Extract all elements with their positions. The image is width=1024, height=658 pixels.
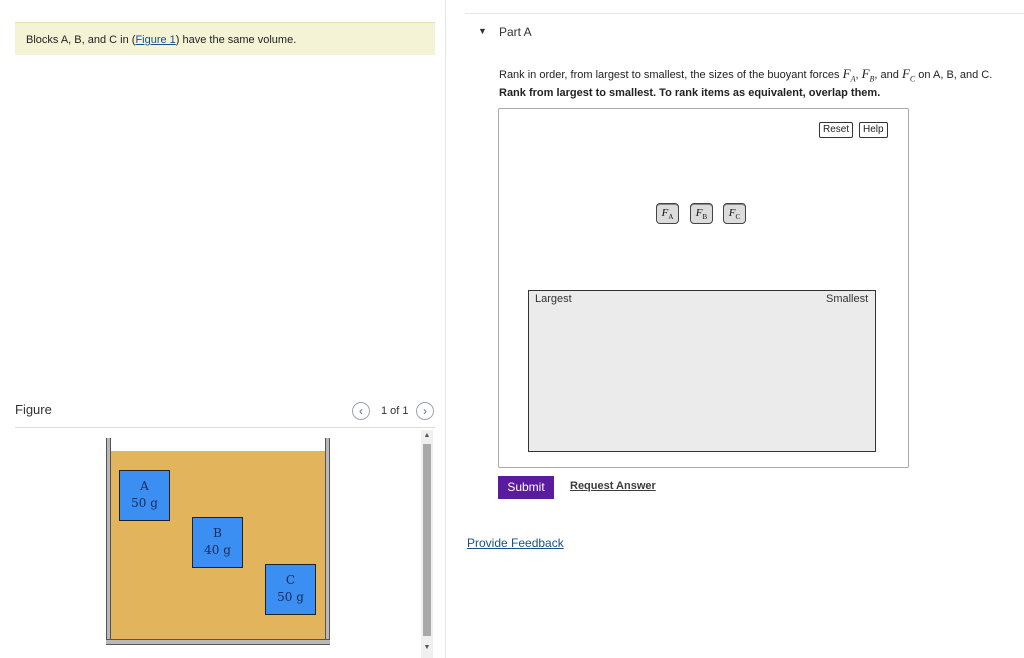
collapse-triangle-icon[interactable]: ▼ — [478, 26, 487, 36]
largest-label: Largest — [535, 293, 572, 305]
block-b-mass: 40 g — [204, 543, 231, 557]
figure-link[interactable]: Figure 1 — [135, 34, 175, 46]
part-header-divider — [465, 13, 1024, 14]
force-c-symbol: FC — [901, 66, 916, 84]
block-a: A 50 g — [119, 470, 170, 521]
force-a-symbol: FA — [842, 66, 856, 84]
tile-force-c[interactable]: FC — [723, 203, 746, 224]
ranking-instruction: Rank from largest to smallest. To rank i… — [499, 87, 881, 99]
smallest-label: Smallest — [826, 293, 869, 305]
problem-statement: Blocks A, B, and C in (Figure 1) have th… — [15, 22, 435, 55]
scrollbar-thumb[interactable] — [423, 444, 431, 636]
ranking-drop-zone[interactable] — [528, 290, 876, 452]
scroll-up-icon[interactable]: ▲ — [421, 430, 433, 442]
figure-divider — [15, 427, 435, 428]
reset-button[interactable]: Reset — [819, 122, 854, 138]
part-title[interactable]: Part A — [499, 25, 532, 39]
figure-heading: Figure — [15, 402, 52, 417]
block-c-mass: 50 g — [277, 590, 304, 604]
chevron-left-icon[interactable]: ‹ — [352, 402, 370, 420]
tank-right-wall — [325, 438, 330, 644]
question-suffix: on A, B, and C. — [915, 69, 993, 81]
scroll-down-icon[interactable]: ▼ — [421, 642, 433, 654]
block-a-letter: A — [140, 479, 149, 493]
block-b-letter: B — [213, 526, 222, 540]
block-c: C 50 g — [265, 564, 316, 615]
figure-page-count: 1 of 1 — [381, 405, 409, 417]
tank-left-wall — [106, 438, 111, 644]
submit-button[interactable]: Submit — [498, 476, 554, 499]
tank-bottom — [106, 639, 330, 645]
help-button[interactable]: Help — [859, 122, 888, 138]
column-divider — [445, 0, 446, 658]
block-b: B 40 g — [192, 517, 243, 568]
tile-force-b[interactable]: FB — [690, 203, 713, 224]
request-answer-link[interactable]: Request Answer — [570, 480, 656, 492]
problem-text-before: Blocks A, B, and C in ( — [26, 34, 136, 46]
question-text: Rank in order, from largest to smallest,… — [499, 66, 993, 84]
provide-feedback-link[interactable]: Provide Feedback — [467, 536, 564, 550]
problem-text-after: ) have the same volume. — [175, 34, 297, 46]
force-b-symbol: FB — [861, 66, 875, 84]
block-c-letter: C — [285, 573, 296, 587]
chevron-right-icon[interactable]: › — [416, 402, 434, 420]
block-a-mass: 50 g — [131, 496, 158, 510]
tile-force-a[interactable]: FA — [656, 203, 679, 224]
question-prefix: Rank in order, from largest to smallest,… — [499, 69, 843, 81]
